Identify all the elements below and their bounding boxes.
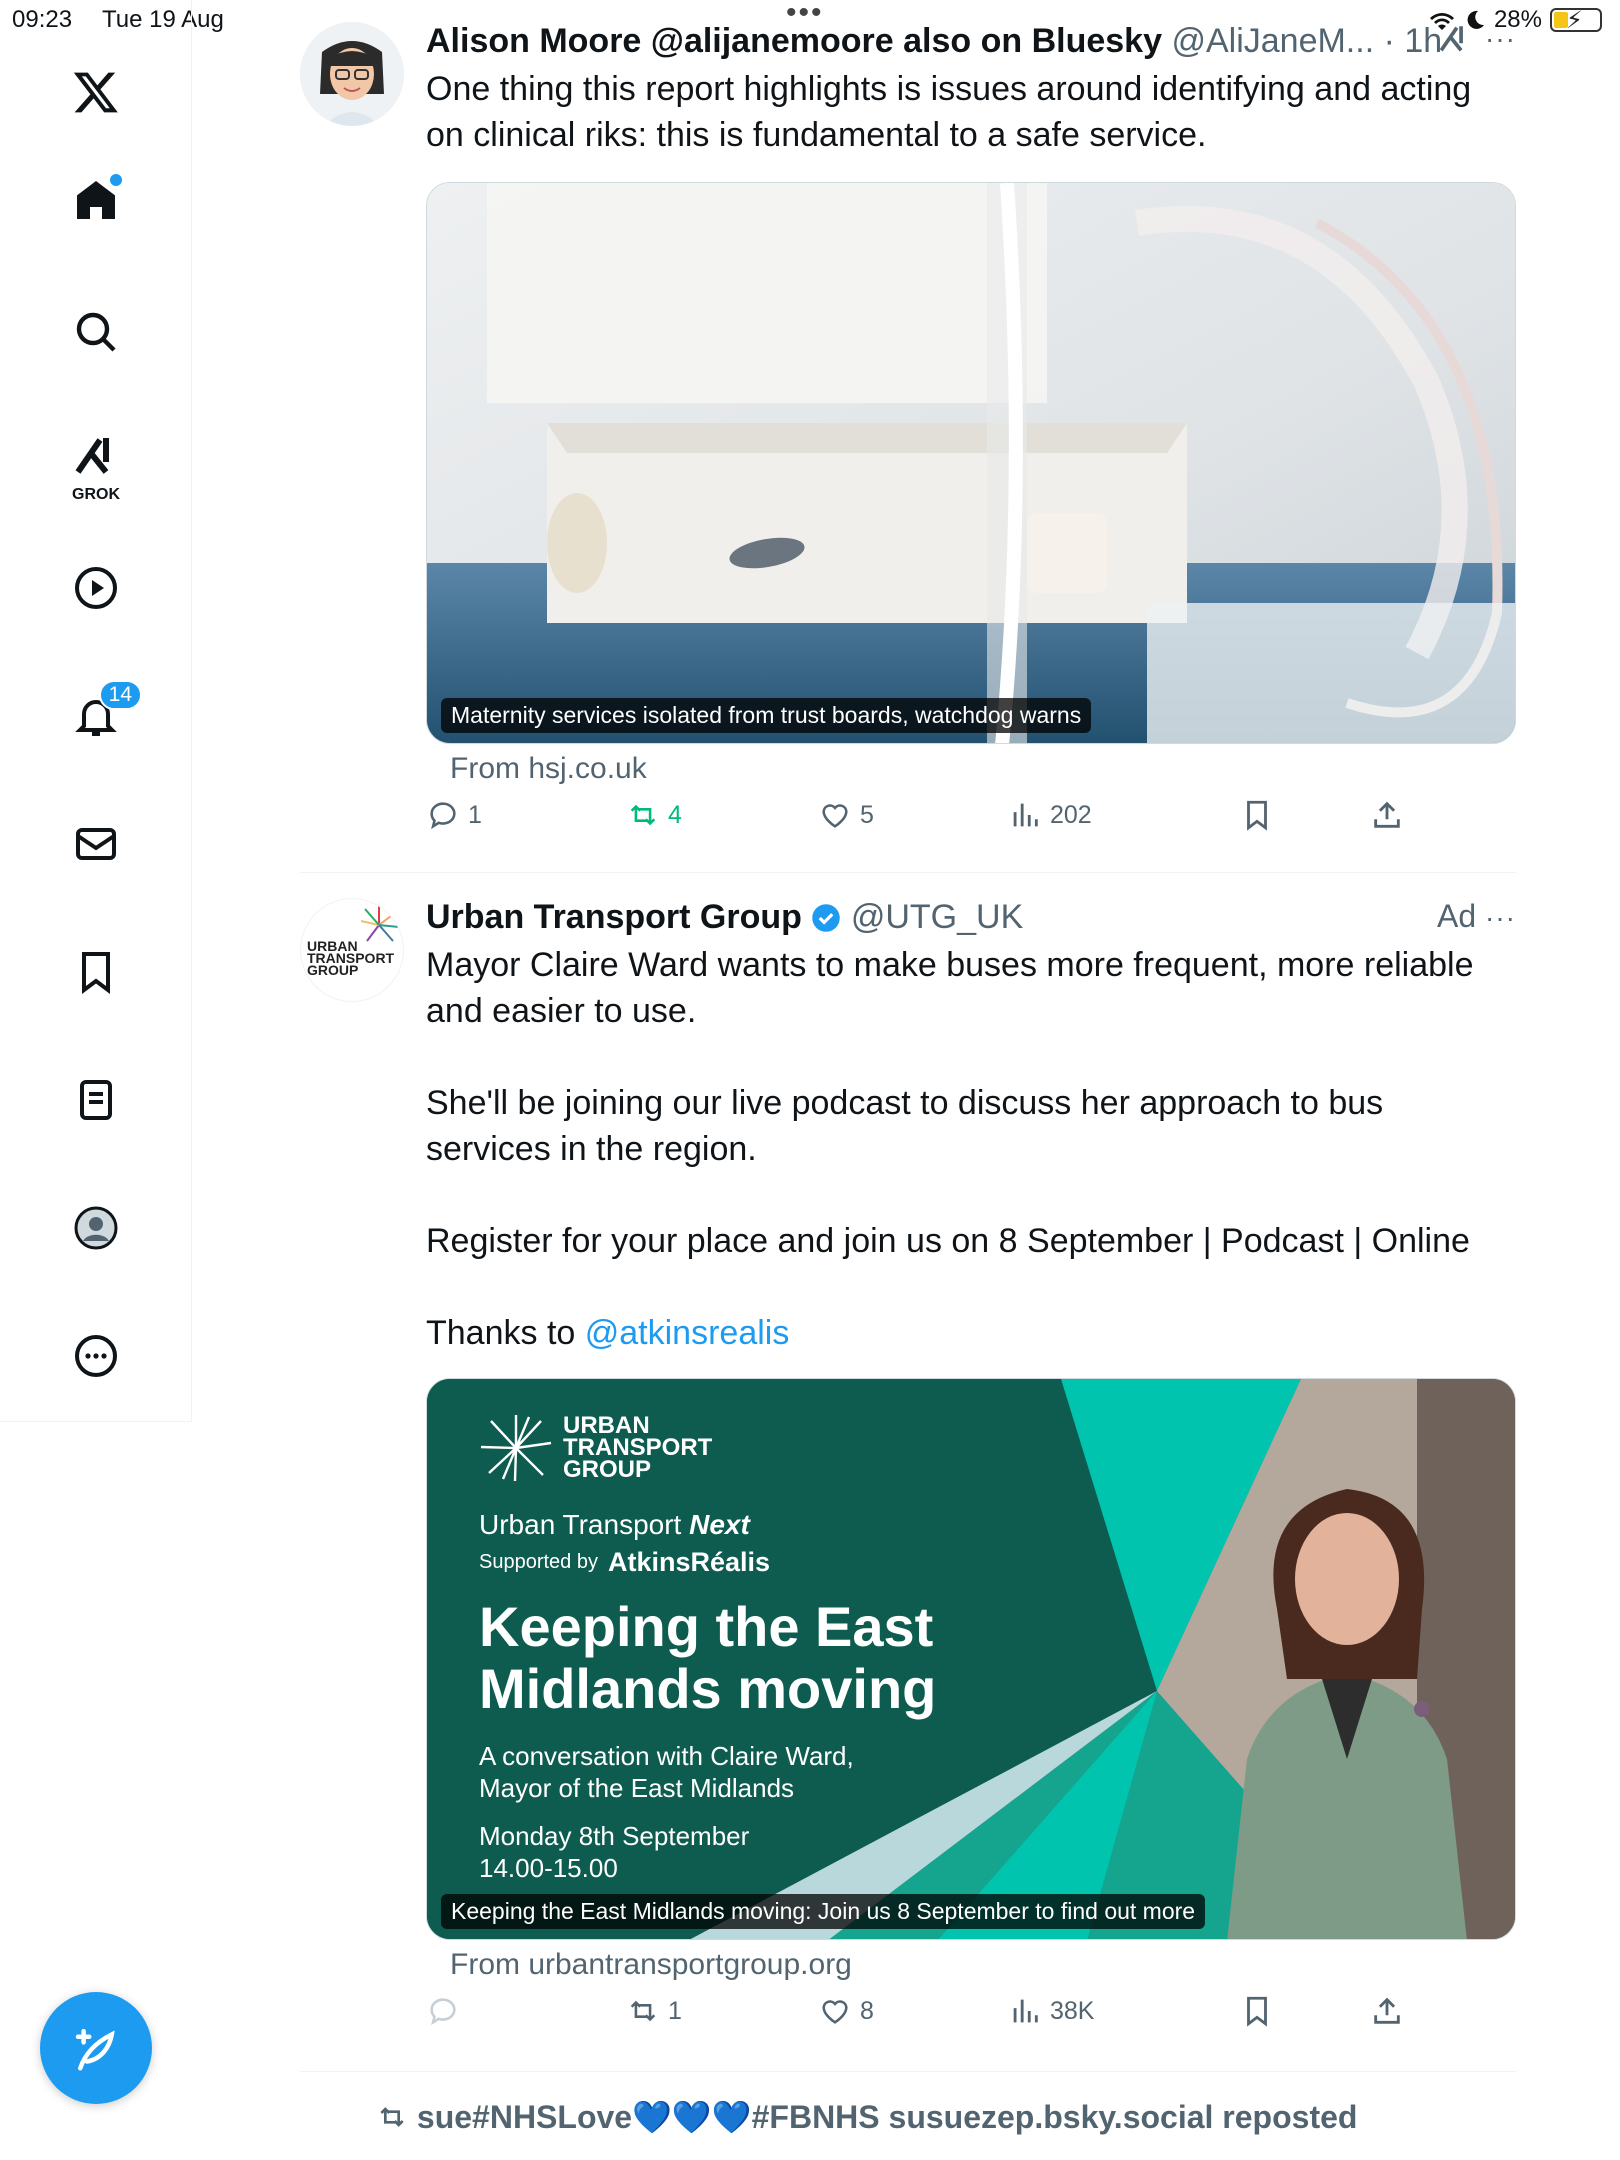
starburst-icon	[480, 1415, 552, 1482]
bookmark-icon	[1247, 800, 1267, 831]
reply-button[interactable]: 1	[426, 798, 482, 832]
views-button[interactable]: 38K	[1008, 1994, 1094, 2028]
play-icon[interactable]	[66, 558, 126, 618]
grok-icon[interactable]: GROK	[66, 428, 126, 503]
svg-text:GROUP: GROUP	[307, 962, 358, 978]
view-count: 202	[1050, 800, 1092, 829]
link-source[interactable]: From hsj.co.uk	[450, 752, 1516, 786]
tweet-paragraph: Thanks to @atkinsrealis	[426, 1314, 790, 1352]
incubator-photo	[427, 183, 1515, 743]
x-logo-icon[interactable]	[66, 62, 126, 122]
reply-count: 1	[468, 800, 482, 829]
utg-white-logo: URBAN TRANSPORT GROUP	[479, 1413, 1039, 1483]
repost-icon	[630, 804, 656, 826]
tweet-text: One thing this report highlights is issu…	[426, 70, 1472, 154]
sidebar: GROK 14	[0, 0, 192, 1422]
tweet-time[interactable]: · 1h	[1384, 22, 1443, 60]
bookmark-icon	[1247, 1996, 1267, 2027]
author-handle[interactable]: @UTG_UK	[851, 898, 1023, 936]
views-button[interactable]: 202	[1008, 798, 1092, 832]
bell-icon[interactable]: 14	[66, 680, 142, 746]
author-name[interactable]: Urban Transport Group	[426, 898, 802, 936]
share-button[interactable]	[1370, 1994, 1404, 2028]
bookmark-button[interactable]	[1240, 798, 1274, 832]
link-card-caption: Maternity services isolated from trust b…	[441, 698, 1092, 733]
more-icon[interactable]	[66, 1326, 126, 1386]
repost-icon	[380, 2107, 404, 2127]
avatar[interactable]: URBAN TRANSPORT GROUP	[300, 898, 404, 1002]
heart-icon	[822, 2000, 848, 2024]
grok-label: GROK	[72, 486, 120, 503]
share-icon	[1374, 801, 1400, 828]
mention-link[interactable]: @atkinsrealis	[585, 1314, 790, 1352]
profile-icon[interactable]	[66, 1198, 126, 1258]
reply-icon	[430, 802, 456, 830]
views-icon	[1013, 803, 1038, 827]
bookmark-button[interactable]	[1240, 1994, 1274, 2028]
tweet-more-icon[interactable]: ···	[1437, 22, 1516, 56]
ad-datetime: Monday 8th September 14.00-15.00	[479, 1821, 750, 1883]
sponsor-line: Supported by AtkinsRéalis	[479, 1547, 771, 1577]
tweet-actions: 1 8 38K	[426, 1994, 1516, 2050]
repost-context[interactable]: sue#NHSLove💙💙💙#FBNHS susuezep.bsky.socia…	[376, 2098, 1357, 2136]
ad-label[interactable]: Ad ···	[1437, 898, 1516, 935]
repost-button[interactable]: 1	[626, 1994, 682, 2028]
link-source[interactable]: From urbantransportgroup.org	[450, 1948, 1516, 1982]
repost-icon	[630, 2000, 656, 2022]
like-count: 8	[860, 1996, 874, 2025]
tweet-divider	[300, 872, 1516, 873]
notification-badge: 14	[98, 680, 142, 710]
compose-feather-icon	[75, 2028, 115, 2071]
mail-icon[interactable]	[66, 814, 126, 874]
ad-card-image[interactable]: URBAN TRANSPORT GROUP Urban Transport Ne…	[426, 1378, 1516, 1940]
home-unread-dot	[110, 174, 122, 186]
tweet-more-icon[interactable]: ···	[1485, 902, 1516, 933]
repost-user[interactable]: sue#NHSLove💙💙💙#FBNHS susuezep.bsky.socia…	[417, 2099, 1358, 2135]
tweet-header: Alison Moore @alijanemoore also on Blues…	[426, 22, 1516, 66]
heart-icon	[822, 804, 848, 828]
home-icon[interactable]	[66, 170, 126, 230]
author-name[interactable]: Alison Moore @alijanemoore also on Blues…	[426, 22, 1162, 60]
tweet-paragraph: Mayor Claire Ward wants to make buses mo…	[426, 946, 1474, 1030]
tweet-paragraph: She'll be joining our live podcast to di…	[426, 1084, 1384, 1168]
tweet-divider	[300, 2071, 1516, 2072]
bookmark-icon[interactable]	[66, 942, 126, 1002]
share-button[interactable]	[1370, 798, 1404, 832]
compose-button[interactable]	[40, 1992, 152, 2104]
utg-logo-icon: URBAN TRANSPORT GROUP	[307, 905, 400, 978]
repost-count: 4	[668, 800, 682, 829]
tweet-text: Mayor Claire Ward wants to make buses mo…	[426, 942, 1516, 1356]
share-icon	[1374, 1997, 1400, 2024]
ad-subtitle: A conversation with Claire Ward, Mayor o…	[479, 1741, 854, 1803]
ad-card-caption: Keeping the East Midlands moving: Join u…	[441, 1894, 1206, 1929]
ad-content: URBAN TRANSPORT GROUP Urban Transport Ne…	[479, 1413, 1039, 1884]
views-icon	[1013, 1999, 1038, 2023]
battery-icon: ⚡	[1550, 7, 1602, 34]
sponsor-name: AtkinsRéalis	[607, 1547, 771, 1577]
reply-icon	[430, 1998, 456, 2026]
repost-button[interactable]: 4	[626, 798, 682, 832]
link-card-image[interactable]: Maternity services isolated from trust b…	[426, 182, 1516, 744]
tweet-paragraph: Register for your place and join us on 8…	[426, 1222, 1470, 1260]
series-title: Urban Transport Next	[479, 1509, 750, 1540]
like-button[interactable]: 5	[818, 798, 874, 832]
repost-count: 1	[668, 1996, 682, 2025]
list-icon[interactable]	[66, 1070, 126, 1130]
grok-icon[interactable]	[1437, 22, 1471, 56]
view-count: 38K	[1050, 1996, 1095, 2025]
tweet-body: Alison Moore @alijanemoore also on Blues…	[426, 22, 1516, 854]
ad-headline: Keeping the East Midlands moving	[479, 1595, 937, 1720]
author-handle[interactable]: @AliJaneM...	[1171, 22, 1374, 60]
like-button[interactable]: 8	[818, 1994, 874, 2028]
search-icon[interactable]	[66, 302, 126, 362]
reply-button[interactable]	[426, 1994, 460, 2028]
tweet-header: Urban Transport Group @UTG_UK Ad ···	[426, 898, 1516, 942]
tweet-body: Urban Transport Group @UTG_UK Ad ··· May…	[426, 898, 1516, 2050]
verified-badge-icon	[812, 904, 841, 932]
like-count: 5	[860, 800, 874, 829]
tweet-actions: 1 4 5 202	[426, 798, 1516, 854]
logo-line: GROUP	[563, 1456, 652, 1483]
avatar[interactable]	[300, 22, 404, 126]
